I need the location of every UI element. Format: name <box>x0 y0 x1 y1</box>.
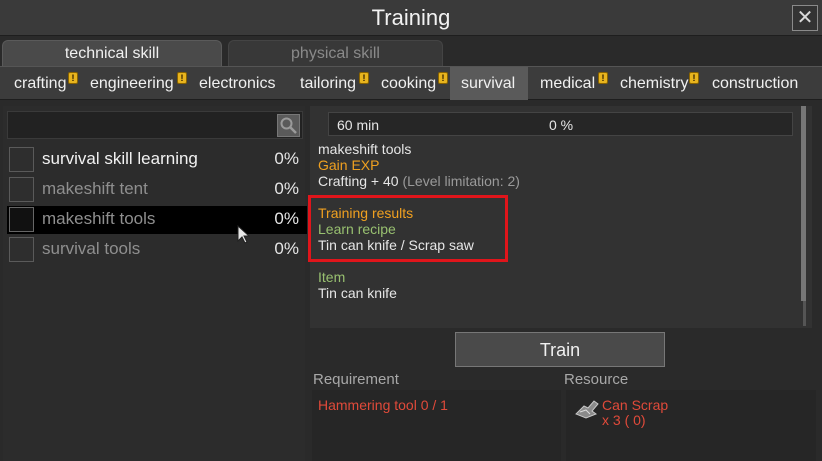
skill-row-survival-skill-learning[interactable]: survival skill learning 0% <box>7 146 307 174</box>
exp-limit-text: (Level limitation: 2) <box>402 173 520 189</box>
tab-label: survival <box>461 75 516 92</box>
exp-gain-value: Crafting + 40 <box>318 173 399 189</box>
skill-name: makeshift tools <box>42 209 156 228</box>
warning-icon: ! <box>68 72 78 84</box>
resource-name: Can Scrap <box>602 397 669 413</box>
skill-checkbox[interactable] <box>9 177 34 202</box>
title-bar: Training ✕ <box>0 0 822 36</box>
warning-icon: ! <box>689 72 699 84</box>
warning-icon: ! <box>177 72 187 84</box>
train-button[interactable]: Train <box>455 332 665 367</box>
tab-crafting[interactable]: crafting <box>14 67 66 100</box>
close-button[interactable]: ✕ <box>792 5 818 31</box>
warning-icon: ! <box>359 72 369 84</box>
skill-progress: 0% <box>274 239 299 258</box>
tab-cooking[interactable]: cooking <box>381 67 436 100</box>
resource-quantity: x 3 ( 0) <box>602 412 646 428</box>
requirement-item: Hammering tool 0 / 1 <box>318 397 448 413</box>
tab-physical-skill[interactable]: physical skill <box>228 40 443 66</box>
close-icon: ✕ <box>796 7 814 29</box>
skill-progress: 0% <box>274 179 299 198</box>
resource-panel: Can Scrap x 3 ( 0) <box>566 390 816 461</box>
tab-label: medical <box>540 75 596 92</box>
tab-electronics[interactable]: electronics <box>199 67 275 100</box>
gain-exp-label: Gain EXP <box>318 157 380 173</box>
tab-chemistry[interactable]: chemistry <box>620 67 688 100</box>
tab-engineering[interactable]: engineering <box>90 67 174 100</box>
tab-survival[interactable]: survival <box>450 67 528 100</box>
item-label: Item <box>318 269 346 285</box>
tab-tailoring[interactable]: tailoring <box>300 67 356 100</box>
skill-row-makeshift-tent[interactable]: makeshift tent 0% <box>7 176 307 204</box>
requirement-panel: Hammering tool 0 / 1 <box>312 390 561 461</box>
tab-medical[interactable]: medical <box>540 67 595 100</box>
skill-row-survival-tools[interactable]: survival tools 0% <box>7 236 307 264</box>
training-progress-bar: 60 min 0 % <box>328 112 793 136</box>
tab-label: construction <box>712 75 799 92</box>
skill-list-panel: survival skill learning 0% makeshift ten… <box>3 106 307 461</box>
item-value: Tin can knife <box>318 285 397 301</box>
training-progress: 0 % <box>549 117 574 133</box>
search-icon[interactable] <box>277 114 300 137</box>
skill-row-makeshift-tools[interactable]: makeshift tools 0% <box>7 206 307 234</box>
scrollbar-thumb[interactable] <box>801 106 806 301</box>
tab-label: engineering <box>90 75 174 92</box>
skill-name: makeshift tent <box>42 179 148 198</box>
tab-label: electronics <box>199 75 276 92</box>
search-input[interactable] <box>7 111 303 139</box>
resource-header: Resource <box>564 371 629 388</box>
window-title: Training <box>371 5 451 30</box>
tab-label: chemistry <box>620 75 689 92</box>
requirement-header: Requirement <box>313 371 399 388</box>
tab-label: tailoring <box>300 75 357 92</box>
skill-checkbox[interactable] <box>9 147 34 172</box>
skill-type-tabs: technical skill physical skill <box>0 40 822 66</box>
can-scrap-icon <box>575 400 599 419</box>
detail-skill-name: makeshift tools <box>318 141 412 157</box>
mouse-cursor-icon <box>237 225 251 244</box>
training-duration: 60 min <box>337 117 380 133</box>
tab-label: crafting <box>14 75 67 92</box>
skill-progress: 0% <box>274 149 299 168</box>
exp-gain-text: Crafting + 40 (Level limitation: 2) <box>318 173 520 189</box>
skill-progress: 0% <box>274 209 299 228</box>
detail-scrollbar[interactable] <box>801 106 806 326</box>
tab-label: cooking <box>381 75 437 92</box>
tab-construction[interactable]: construction <box>712 67 798 100</box>
tab-technical-skill[interactable]: technical skill <box>2 40 222 66</box>
skill-name: survival tools <box>42 239 141 258</box>
skill-checkbox[interactable] <box>9 237 34 262</box>
highlight-box <box>308 195 508 262</box>
warning-icon: ! <box>438 72 448 84</box>
skill-checkbox[interactable] <box>9 207 34 232</box>
category-tabs: crafting ! engineering ! electronics tai… <box>0 66 822 100</box>
skill-name: survival skill learning <box>42 149 198 168</box>
warning-icon: ! <box>598 72 608 84</box>
